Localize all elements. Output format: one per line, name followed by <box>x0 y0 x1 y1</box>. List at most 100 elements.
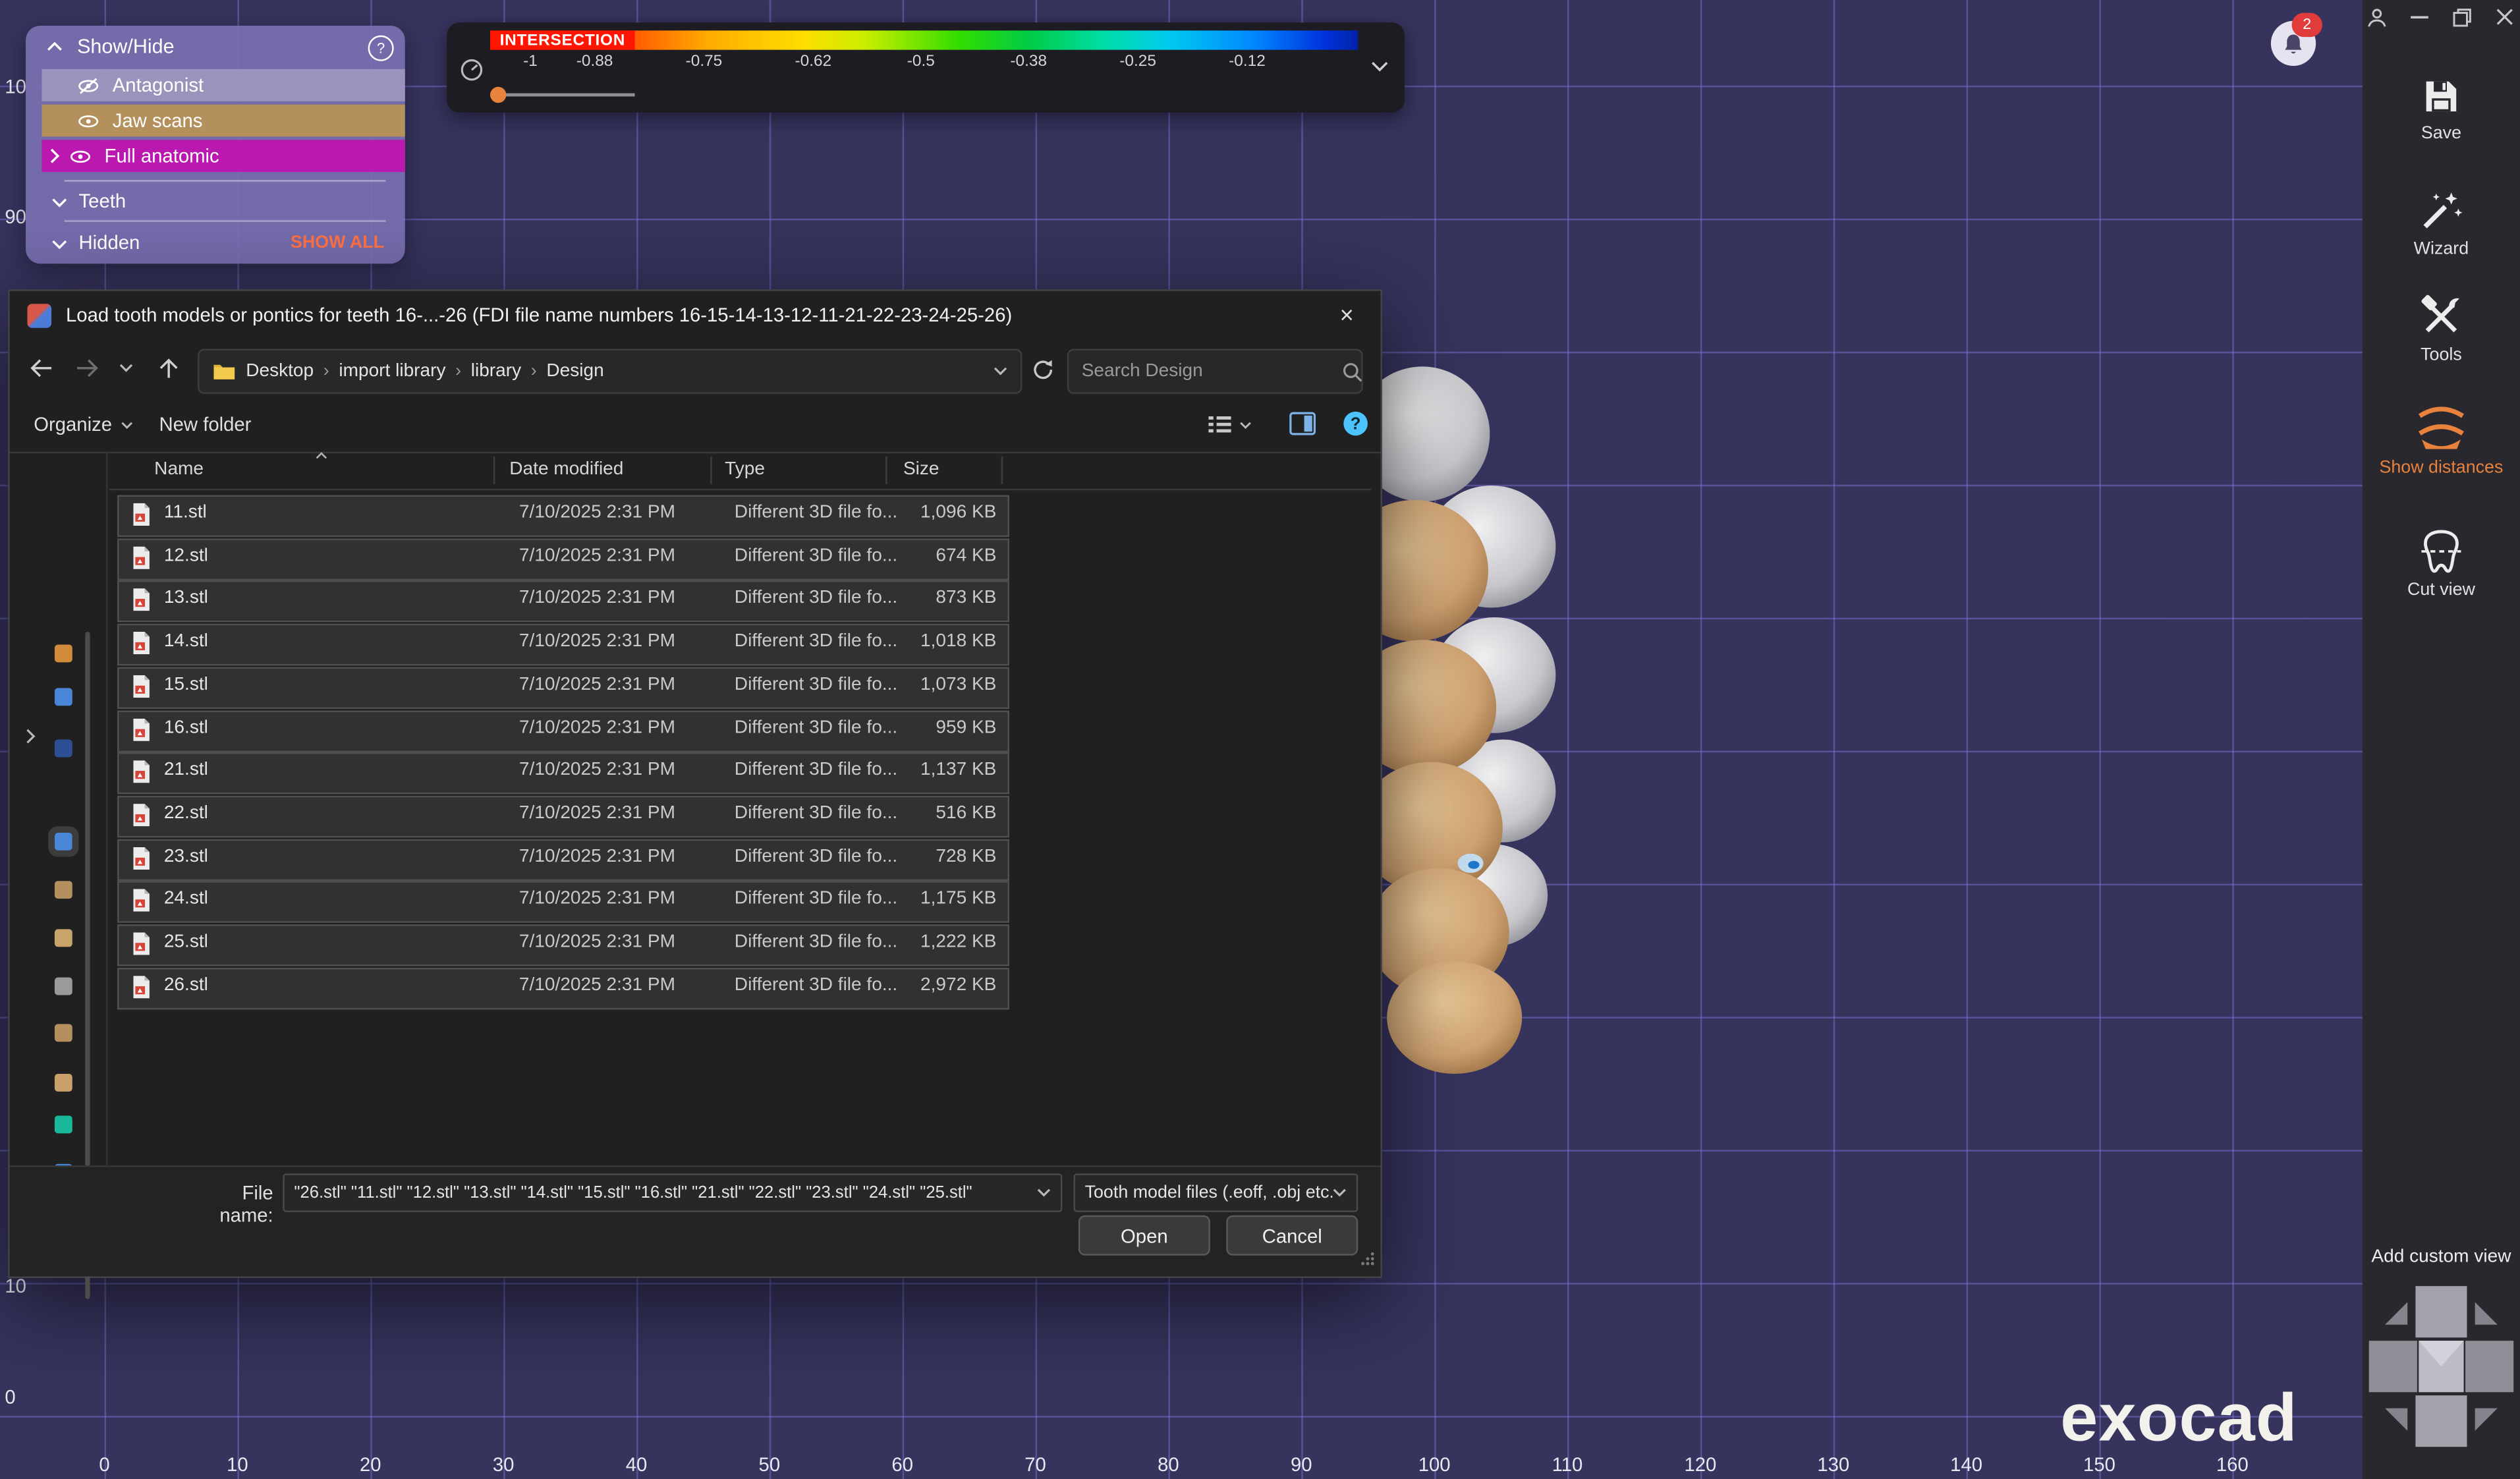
file-open-dialog: Load tooth models or pontics for teeth 1… <box>8 289 1382 1278</box>
notifications-button[interactable]: 2 <box>2271 21 2316 66</box>
stl-file-icon <box>132 589 151 616</box>
eye-icon[interactable] <box>69 147 92 165</box>
stl-file-icon <box>132 503 151 530</box>
file-row[interactable]: 16.stl 7/10/2025 2:31 PM Different 3D fi… <box>117 710 1009 752</box>
ruler-label: 50 <box>737 1453 802 1476</box>
stl-file-icon <box>132 675 151 702</box>
wizard-button[interactable]: Wizard <box>2363 186 2520 259</box>
file-name-value[interactable]: "26.stl" "11.stl" "12.stl" "13.stl" "14.… <box>285 1183 1037 1202</box>
file-row[interactable]: 15.stl 7/10/2025 2:31 PM Different 3D fi… <box>117 667 1009 708</box>
help-icon[interactable]: ? <box>368 36 394 61</box>
intersection-tick-label: -0.88 <box>576 53 613 71</box>
cancel-button[interactable]: Cancel <box>1226 1215 1358 1256</box>
file-date: 7/10/2025 2:31 PM <box>519 718 675 737</box>
file-list: 11.stl 7/10/2025 2:31 PM Different 3D fi… <box>10 291 1381 1277</box>
file-row[interactable]: 22.stl 7/10/2025 2:31 PM Different 3D fi… <box>117 796 1009 837</box>
show-hide-header[interactable]: Show/Hide ? <box>26 26 405 67</box>
file-type-combobox[interactable]: Tooth model files (.eoff, .obj etc. <box>1074 1173 1358 1212</box>
add-custom-view-button[interactable]: Add custom view <box>2363 1248 2520 1267</box>
stl-file-icon <box>132 718 151 745</box>
file-size: 516 KB <box>936 804 996 823</box>
wizard-icon <box>2363 186 2520 235</box>
file-type: Different 3D file fo... <box>735 976 897 995</box>
slider-thumb[interactable] <box>490 87 506 103</box>
ruler-label: 120 <box>1668 1453 1733 1476</box>
open-button[interactable]: Open <box>1078 1215 1210 1256</box>
chevron-up-icon[interactable] <box>47 42 63 51</box>
view-navigation-cube[interactable] <box>2366 1283 2517 1453</box>
file-row[interactable]: 14.stl 7/10/2025 2:31 PM Different 3D fi… <box>117 624 1009 665</box>
layer-row-jaw-scans[interactable]: Jaw scans <box>42 105 405 137</box>
ruler-label: 80 <box>1136 1453 1201 1476</box>
file-name: 26.stl <box>164 976 208 995</box>
close-icon[interactable] <box>2496 8 2513 26</box>
file-row[interactable]: 25.stl 7/10/2025 2:31 PM Different 3D fi… <box>117 925 1009 966</box>
chevron-down-icon[interactable] <box>1371 61 1389 72</box>
group-label: Hidden <box>79 231 140 253</box>
file-size: 1,137 KB <box>920 761 996 780</box>
divider <box>65 220 386 221</box>
file-date: 7/10/2025 2:31 PM <box>519 890 675 909</box>
show-hide-panel: Show/Hide ? Antagonist Jaw scans Full an… <box>26 26 405 264</box>
file-name: 15.stl <box>164 675 208 694</box>
group-hidden[interactable]: Hidden SHOW ALL <box>51 229 389 256</box>
resize-grip[interactable] <box>1360 1249 1376 1271</box>
chevron-right-icon[interactable] <box>50 148 60 163</box>
intersection-tick-label: -1 <box>523 53 538 71</box>
stl-file-icon <box>132 933 151 960</box>
file-type: Different 3D file fo... <box>735 675 897 694</box>
toolbar-item-label: Save <box>2363 124 2520 143</box>
file-size: 1,222 KB <box>920 933 996 952</box>
file-row[interactable]: 11.stl 7/10/2025 2:31 PM Different 3D fi… <box>117 495 1009 537</box>
file-row[interactable]: 24.stl 7/10/2025 2:31 PM Different 3D fi… <box>117 881 1009 923</box>
show-all-button[interactable]: SHOW ALL <box>291 233 384 252</box>
toolbar-item-label: Tools <box>2363 346 2520 365</box>
file-name-combobox[interactable]: "26.stl" "11.stl" "12.stl" "13.stl" "14.… <box>283 1173 1062 1212</box>
file-row[interactable]: 26.stl 7/10/2025 2:31 PM Different 3D fi… <box>117 968 1009 1009</box>
eye-off-icon[interactable] <box>77 76 99 94</box>
layer-row-antagonist[interactable]: Antagonist <box>42 69 405 101</box>
save-button[interactable]: Save <box>2363 74 2520 143</box>
chevron-down-icon[interactable] <box>51 231 67 253</box>
layer-row-full-anatomic[interactable]: Full anatomic <box>42 140 405 172</box>
slider-track[interactable] <box>490 94 635 97</box>
file-date: 7/10/2025 2:31 PM <box>519 503 675 522</box>
intersection-tick-label: -0.12 <box>1229 53 1266 71</box>
file-type-value[interactable]: Tooth model files (.eoff, .obj etc. <box>1075 1183 1332 1202</box>
file-date: 7/10/2025 2:31 PM <box>519 675 675 694</box>
eye-icon[interactable] <box>77 112 99 130</box>
user-account-icon[interactable] <box>2366 7 2388 29</box>
file-type: Different 3D file fo... <box>735 847 897 866</box>
file-name: 16.stl <box>164 718 208 737</box>
file-row[interactable]: 21.stl 7/10/2025 2:31 PM Different 3D fi… <box>117 753 1009 795</box>
group-teeth[interactable]: Teeth <box>51 186 389 213</box>
file-type: Different 3D file fo... <box>735 546 897 565</box>
file-name: 22.stl <box>164 804 208 823</box>
file-row[interactable]: 12.stl 7/10/2025 2:31 PM Different 3D fi… <box>117 538 1009 580</box>
intersection-tick-label: -0.62 <box>795 53 832 71</box>
intersection-panel: INTERSECTION -1-0.88-0.75-0.62-0.5-0.38-… <box>447 22 1405 113</box>
file-type: Different 3D file fo... <box>735 503 897 522</box>
file-name: 13.stl <box>164 589 208 608</box>
chevron-down-icon[interactable] <box>51 189 67 211</box>
divider <box>65 180 386 181</box>
file-name: 14.stl <box>164 632 208 651</box>
window-controls <box>2363 3 2520 32</box>
restore-icon[interactable] <box>2453 8 2472 27</box>
ruler-label: 40 <box>604 1453 669 1476</box>
toolbar-item-label: Cut view <box>2363 580 2520 600</box>
file-row[interactable]: 23.stl 7/10/2025 2:31 PM Different 3D fi… <box>117 839 1009 880</box>
toolbar-item-label: Show distances <box>2363 458 2520 477</box>
file-row[interactable]: 13.stl 7/10/2025 2:31 PM Different 3D fi… <box>117 581 1009 623</box>
ruler-label: 30 <box>471 1453 536 1476</box>
tools-button[interactable]: Tools <box>2363 293 2520 365</box>
chevron-down-icon[interactable] <box>1332 1188 1347 1198</box>
minimize-icon[interactable] <box>2411 16 2428 20</box>
intersection-tick-label: -0.38 <box>1010 53 1047 71</box>
ruler-label: 0 <box>5 1385 46 1408</box>
intersection-slider[interactable] <box>490 85 635 104</box>
file-date: 7/10/2025 2:31 PM <box>519 632 675 651</box>
chevron-down-icon[interactable] <box>1036 1188 1051 1198</box>
cut-view-button[interactable]: Cut view <box>2363 527 2520 600</box>
show-distances-button[interactable]: Show distances <box>2363 402 2520 478</box>
